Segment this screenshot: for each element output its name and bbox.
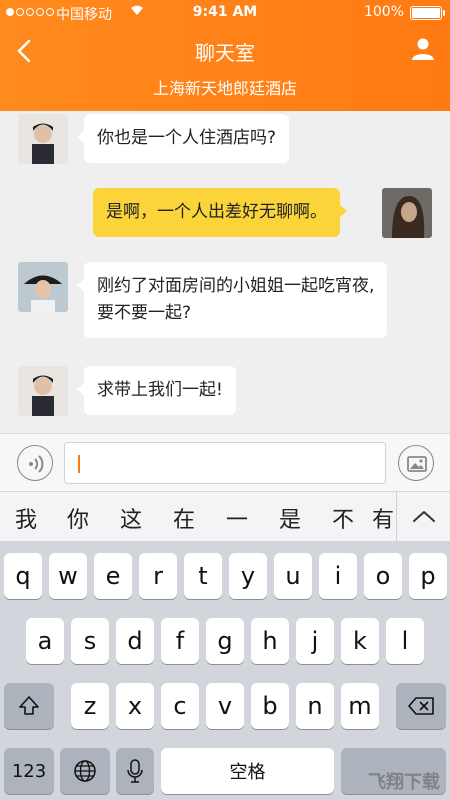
text-caret bbox=[78, 455, 80, 473]
keyboard: q w e r t y u i o p a s d f g h j k l z … bbox=[0, 541, 450, 800]
candidate-word[interactable]: 这 bbox=[120, 502, 142, 534]
key[interactable]: b bbox=[251, 683, 289, 729]
candidate-word[interactable]: 你 bbox=[67, 502, 89, 534]
key[interactable]: e bbox=[94, 553, 132, 599]
expand-candidates-button[interactable] bbox=[396, 492, 450, 542]
key[interactable]: t bbox=[184, 553, 222, 599]
battery-percent: 100% bbox=[363, 4, 404, 20]
candidate-word[interactable]: 在 bbox=[173, 502, 195, 534]
key[interactable]: u bbox=[274, 553, 312, 599]
key[interactable]: k bbox=[341, 618, 379, 664]
key[interactable]: i bbox=[319, 553, 357, 599]
user-icon bbox=[412, 38, 434, 60]
members-button[interactable] bbox=[410, 36, 436, 62]
key[interactable]: m bbox=[341, 683, 379, 729]
key[interactable]: z bbox=[71, 683, 109, 729]
key[interactable]: l bbox=[386, 618, 424, 664]
voice-icon bbox=[29, 455, 44, 473]
message-input[interactable] bbox=[64, 442, 386, 484]
key[interactable]: j bbox=[296, 618, 334, 664]
status-bar: 中国移动 9:41 AM 100% bbox=[0, 0, 450, 26]
key[interactable]: n bbox=[296, 683, 334, 729]
watermark: 飞翔下载 bbox=[368, 768, 440, 794]
key[interactable]: s bbox=[71, 618, 109, 664]
candidate-word[interactable]: 有 bbox=[372, 502, 394, 534]
key[interactable]: r bbox=[139, 553, 177, 599]
key[interactable]: a bbox=[26, 618, 64, 664]
globe-icon bbox=[74, 760, 96, 782]
key[interactable]: y bbox=[229, 553, 267, 599]
key[interactable]: p bbox=[409, 553, 447, 599]
ime-candidate-bar: 我 你 这 在 一 是 不 有 bbox=[0, 491, 450, 542]
message-text: 你也是一个人住酒店吗? bbox=[97, 128, 277, 148]
dictation-key[interactable] bbox=[116, 748, 154, 794]
key[interactable]: c bbox=[161, 683, 199, 729]
send-image-button[interactable] bbox=[398, 445, 434, 481]
shift-icon bbox=[19, 696, 39, 715]
message-text: 是啊，一个人出差好无聊啊。 bbox=[106, 202, 327, 222]
chat-header: 中国移动 9:41 AM 100% 聊天室 上海新天地郎廷酒店 bbox=[0, 0, 450, 111]
page-title: 聊天室 bbox=[195, 41, 255, 65]
image-icon bbox=[407, 456, 427, 472]
message-text: 求带上我们一起! bbox=[97, 380, 223, 400]
key[interactable]: v bbox=[206, 683, 244, 729]
hotel-name: 上海新天地郎廷酒店 bbox=[152, 79, 297, 98]
shift-key[interactable] bbox=[4, 683, 54, 729]
message-bubble: 刚约了对面房间的小姐姐一起吃宵夜, 要不要一起? bbox=[76, 262, 388, 338]
candidate-word[interactable]: 不 bbox=[332, 502, 354, 534]
candidate-word[interactable]: 一 bbox=[226, 502, 248, 534]
voice-input-button[interactable] bbox=[17, 445, 53, 481]
key[interactable]: q bbox=[4, 553, 42, 599]
key[interactable]: w bbox=[49, 553, 87, 599]
key[interactable]: o bbox=[364, 553, 402, 599]
candidate-word[interactable]: 我 bbox=[15, 502, 37, 534]
avatar-icon[interactable] bbox=[18, 262, 68, 312]
key[interactable]: d bbox=[116, 618, 154, 664]
delete-key[interactable] bbox=[396, 683, 446, 729]
message-bubble: 你也是一个人住酒店吗? bbox=[76, 114, 290, 163]
chevron-up-icon bbox=[413, 511, 435, 522]
avatar-icon[interactable] bbox=[382, 188, 432, 238]
avatar-icon[interactable] bbox=[18, 114, 68, 164]
avatar-icon[interactable] bbox=[18, 366, 68, 416]
numbers-key[interactable]: 123 bbox=[4, 748, 54, 794]
microphone-icon bbox=[127, 759, 143, 783]
message-text-line: 刚约了对面房间的小姐姐一起吃宵夜, bbox=[97, 276, 375, 296]
key[interactable]: h bbox=[251, 618, 289, 664]
message-bubble-self: 是啊，一个人出差好无聊啊。 bbox=[93, 188, 347, 237]
watermark-text: 飞翔下载 bbox=[368, 772, 440, 793]
message-text-line: 要不要一起? bbox=[97, 303, 192, 323]
battery-icon bbox=[410, 6, 445, 20]
space-key[interactable]: 空格 bbox=[161, 748, 334, 794]
key[interactable]: g bbox=[206, 618, 244, 664]
key[interactable]: f bbox=[161, 618, 199, 664]
candidate-word[interactable]: 是 bbox=[279, 502, 301, 534]
message-bubble: 求带上我们一起! bbox=[77, 366, 236, 415]
key[interactable]: x bbox=[116, 683, 154, 729]
message-list[interactable]: 你也是一个人住酒店吗? 是啊，一个人出差好无聊啊。 刚约了对面房间的小姐姐一起吃… bbox=[0, 111, 450, 433]
backspace-icon bbox=[408, 697, 434, 715]
language-key[interactable] bbox=[60, 748, 110, 794]
composer-bar bbox=[0, 433, 450, 491]
